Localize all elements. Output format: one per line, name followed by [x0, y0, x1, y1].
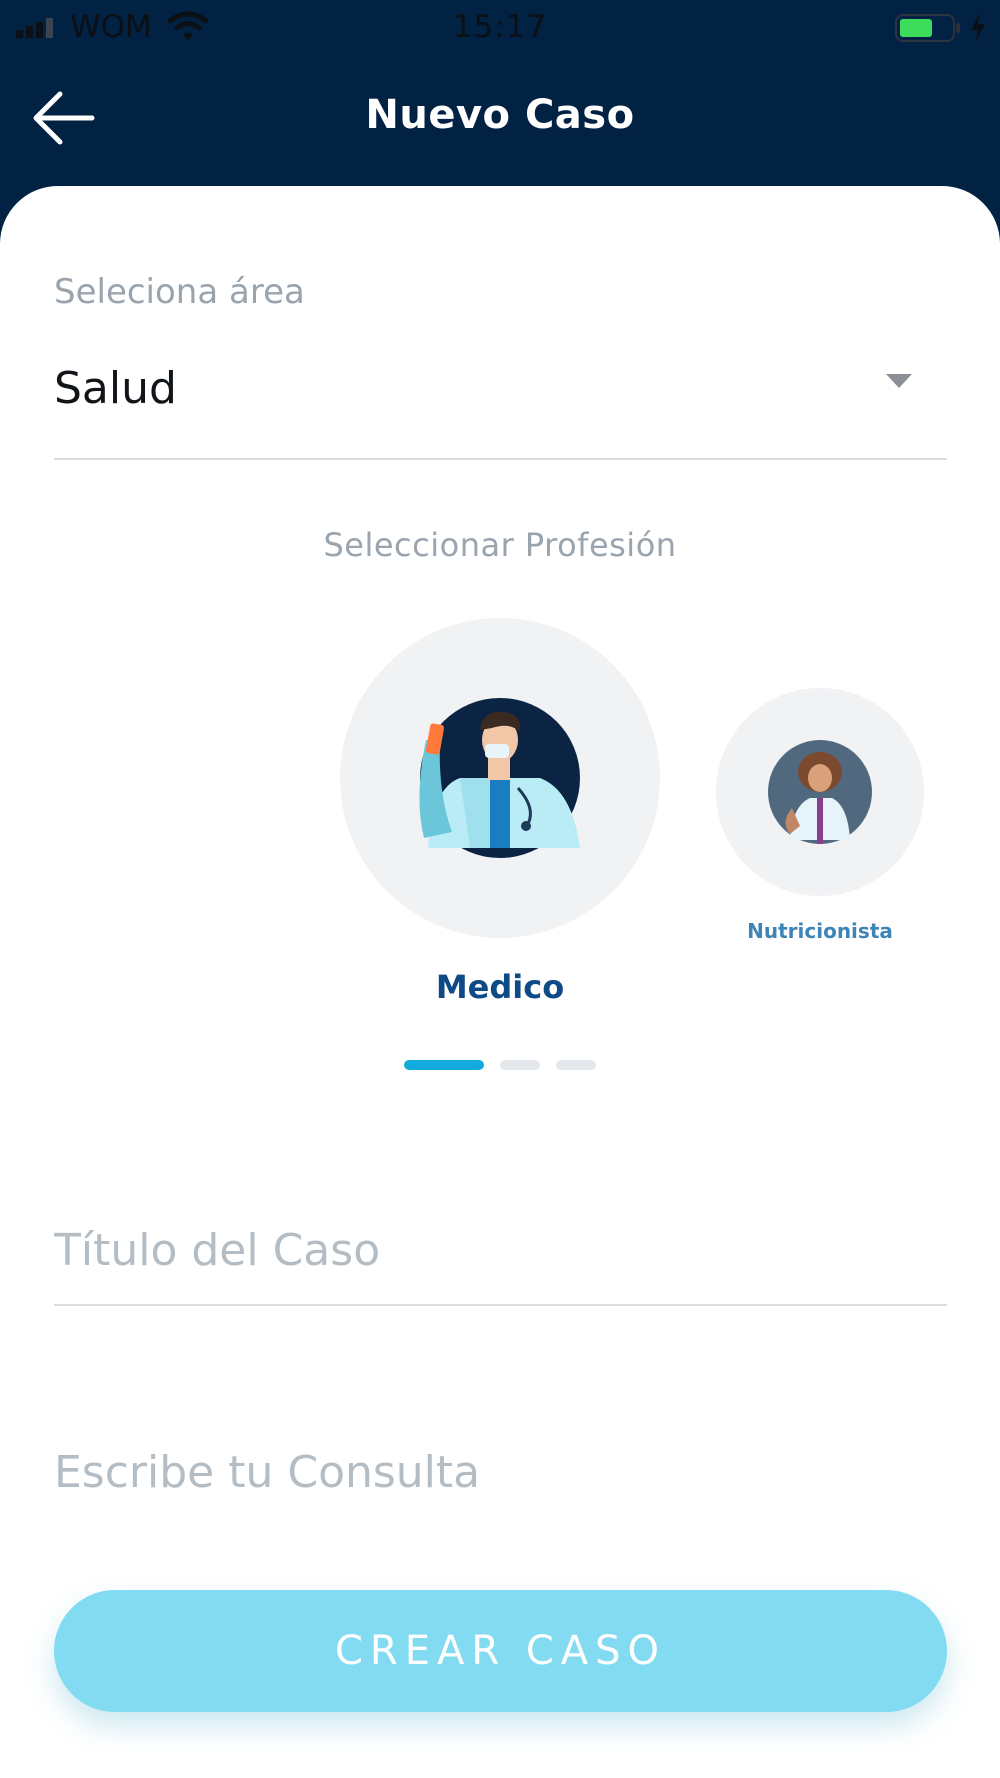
- pager-dot-active[interactable]: [404, 1060, 484, 1070]
- area-select-underline: [54, 458, 947, 460]
- nutritionist-illustration-icon: [768, 740, 872, 844]
- area-select-label: Seleciona área: [54, 272, 305, 312]
- pager-dot[interactable]: [556, 1060, 596, 1070]
- consultation-input[interactable]: [54, 1440, 947, 1504]
- area-select[interactable]: [54, 330, 947, 458]
- case-title-input[interactable]: [54, 1218, 947, 1282]
- create-case-button[interactable]: CREAR CASO: [54, 1590, 947, 1712]
- profession-avatar-bg: [340, 618, 660, 938]
- charging-icon: [971, 13, 985, 43]
- battery-icon: [895, 14, 960, 42]
- profession-card-nutricionista[interactable]: Nutricionista: [716, 688, 924, 948]
- area-select-value: Salud: [54, 363, 177, 414]
- profession-avatar-bg: [716, 688, 924, 896]
- profession-section-label: Seleccionar Profesión: [323, 526, 677, 564]
- profession-name-nutricionista: Nutricionista: [747, 919, 893, 943]
- profession-card-medico[interactable]: Medico: [340, 618, 660, 1018]
- doctor-illustration-icon: [419, 698, 580, 858]
- status-time: 15:17: [452, 9, 548, 45]
- page-title: Nuevo Caso: [365, 92, 635, 138]
- caret-down-icon[interactable]: [886, 374, 912, 388]
- case-title-underline: [54, 1304, 947, 1306]
- profession-name-medico: Medico: [435, 968, 565, 1006]
- pager-dot[interactable]: [500, 1060, 540, 1070]
- status-bar: WOM 15:17: [0, 0, 1000, 56]
